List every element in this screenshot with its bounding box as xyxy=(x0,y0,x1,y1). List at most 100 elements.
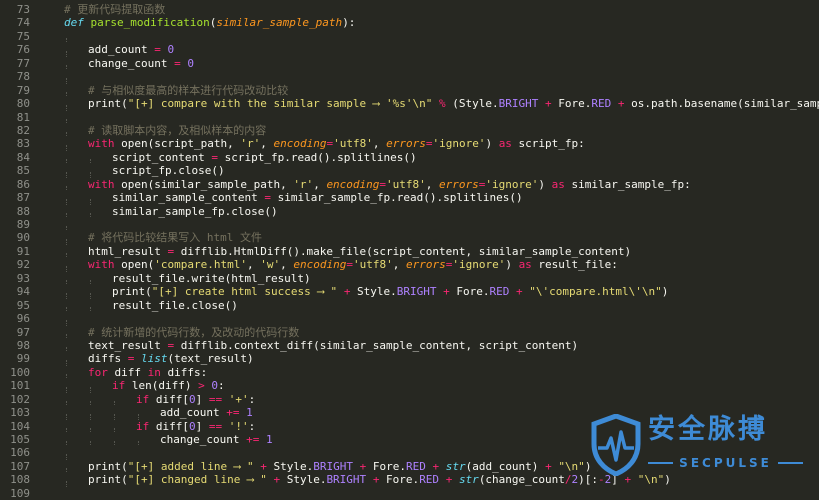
code-token: if xyxy=(136,419,150,433)
code-token: (add_count) xyxy=(465,459,546,473)
code-line[interactable]: 74 def parse_modification(similar_sample_… xyxy=(0,16,819,29)
code-token: open( xyxy=(114,258,155,272)
code-token: # 读取脚本内容，及相似样本的内容 xyxy=(88,123,267,137)
code-token: = xyxy=(346,258,353,272)
code-token: : xyxy=(248,392,256,406)
code-line[interactable]: 89 xyxy=(0,218,819,232)
code-line[interactable]: 96 xyxy=(0,312,819,326)
code-token: with xyxy=(88,177,115,191)
code-line[interactable]: 81 xyxy=(0,111,819,124)
code-text: print("[+] compare with the similar samp… xyxy=(30,97,819,111)
code-token: , xyxy=(313,177,327,191)
code-line[interactable]: 94 print("[+] create html success ⟶ " + S… xyxy=(0,285,819,299)
code-line[interactable]: 75 xyxy=(0,29,819,44)
code-text xyxy=(30,218,819,232)
code-token: open(similar_sample_path, xyxy=(114,177,294,191)
code-token: similar_sample_fp.read().splitlines() xyxy=(270,191,523,205)
code-line[interactable]: 88 similar_sample_fp.close() xyxy=(0,205,819,218)
line-number: 75 xyxy=(16,29,30,43)
code-token: "\n" xyxy=(558,459,585,473)
code-line[interactable]: 102 if diff[0] == '+': xyxy=(0,392,819,407)
code-token: errors xyxy=(386,137,426,151)
code-line[interactable]: 78 xyxy=(0,70,819,84)
code-line[interactable]: 73 # 更新代码提取函数 xyxy=(0,3,819,16)
code-token: 'ignore' xyxy=(432,137,486,151)
code-token: Style. xyxy=(350,285,397,299)
secpulse-watermark: 安全脉搏 SECPULSE xyxy=(590,412,805,482)
code-token: encoding xyxy=(326,177,380,191)
code-text: text_result = difflib.context_diff(simil… xyxy=(30,339,819,353)
line-number: 109 xyxy=(10,486,30,500)
code-text: # 统计新增的代码行数，及改动的代码行数 xyxy=(30,326,819,339)
code-token: encoding xyxy=(273,137,327,151)
code-token: '!' xyxy=(228,419,249,433)
code-token: script_fp.close() xyxy=(112,164,225,178)
code-line[interactable]: 77 change_count = 0 xyxy=(0,56,819,71)
code-token: "[+] changed line ⟶ " xyxy=(127,473,267,487)
code-line[interactable]: 99 diffs = list(text_result) xyxy=(0,352,819,366)
code-text: script_fp.close() xyxy=(30,164,819,178)
code-text: result_file.write(html_result) xyxy=(30,271,819,286)
code-token: > xyxy=(198,379,205,393)
code-line[interactable]: 100 for diff in diffs: xyxy=(0,365,819,380)
watermark-name-en: SECPULSE xyxy=(679,456,772,470)
code-line[interactable]: 82 # 读取脚本内容，及相似样本的内容 xyxy=(0,123,819,138)
code-line[interactable]: 92 with open('compare.html', 'w', encodin… xyxy=(0,258,819,272)
code-text: html_result = difflib.HtmlDiff().make_fi… xyxy=(30,245,819,259)
code-line[interactable]: 95 result_file.close() xyxy=(0,299,819,313)
code-token: RED xyxy=(489,285,510,299)
code-line[interactable]: 79 # 与相似度最高的样本进行代码改动比较 xyxy=(0,84,819,98)
code-token: RED xyxy=(419,473,440,487)
code-token: (text_result) xyxy=(167,352,254,366)
code-line[interactable]: 86 with open(similar_sample_path, 'r', en… xyxy=(0,177,819,192)
line-number: 81 xyxy=(16,110,30,124)
code-line[interactable]: 91 html_result = difflib.HtmlDiff().make_… xyxy=(0,245,819,259)
code-line[interactable]: 109 xyxy=(0,487,819,500)
code-token: ) xyxy=(505,258,519,272)
code-token: result_file.write(html_result) xyxy=(112,271,311,285)
code-token: + xyxy=(516,285,523,299)
code-line[interactable]: 97 # 统计新增的代码行数，及改动的代码行数 xyxy=(0,326,819,339)
line-number: 96 xyxy=(16,312,30,326)
code-line[interactable]: 76 add_count = 0 xyxy=(0,43,819,57)
code-token: "[+] create html success ⟶ " xyxy=(151,285,338,299)
code-token: % xyxy=(439,97,446,111)
code-token: = xyxy=(264,191,271,205)
line-number: 105 xyxy=(10,433,30,446)
code-token: , xyxy=(372,137,387,151)
code-token: : xyxy=(248,419,256,433)
code-text: if len(diff) > 0: xyxy=(30,379,819,393)
code-token: 0 xyxy=(211,379,218,393)
code-token: + xyxy=(443,285,450,299)
code-line[interactable]: 87 similar_sample_content = similar_sampl… xyxy=(0,191,819,205)
code-line[interactable]: 98 text_result = difflib.context_diff(sim… xyxy=(0,339,819,353)
code-text: with open(similar_sample_path, 'r', enco… xyxy=(30,177,819,192)
code-token: print( xyxy=(88,459,128,473)
code-token: 'utf8' xyxy=(352,258,393,272)
code-line[interactable]: 85 script_fp.close() xyxy=(0,164,819,178)
code-line[interactable]: 83 with open(script_path, 'r', encoding='… xyxy=(0,137,819,151)
code-line[interactable]: 90 # 将代码比较结果写入 html 文件 xyxy=(0,231,819,245)
code-line[interactable]: 101 if len(diff) > 0: xyxy=(0,379,819,393)
code-text: similar_sample_content = similar_sample_… xyxy=(30,191,819,205)
line-number: 77 xyxy=(16,56,30,70)
code-token: BRIGHT xyxy=(498,97,539,111)
code-token: similar_sample_fp.close() xyxy=(112,204,278,218)
code-token: == xyxy=(208,392,223,406)
line-number: 85 xyxy=(16,164,30,178)
code-token: add_count xyxy=(88,43,155,57)
code-token: 'r' xyxy=(293,177,314,191)
line-number: 88 xyxy=(16,204,30,218)
code-token: == xyxy=(208,419,223,433)
code-line[interactable]: 80 print("[+] compare with the similar sa… xyxy=(0,97,819,111)
code-line[interactable]: 93 result_file.write(html_result) xyxy=(0,271,819,286)
code-token: diffs: xyxy=(160,365,208,379)
code-token: += xyxy=(246,433,260,446)
line-number: 83 xyxy=(16,137,30,151)
code-token: result_file: xyxy=(531,258,618,272)
code-line[interactable]: 84 script_content = script_fp.read().spli… xyxy=(0,151,819,165)
code-text: diffs = list(text_result) xyxy=(30,352,819,366)
code-token: def xyxy=(64,16,91,30)
